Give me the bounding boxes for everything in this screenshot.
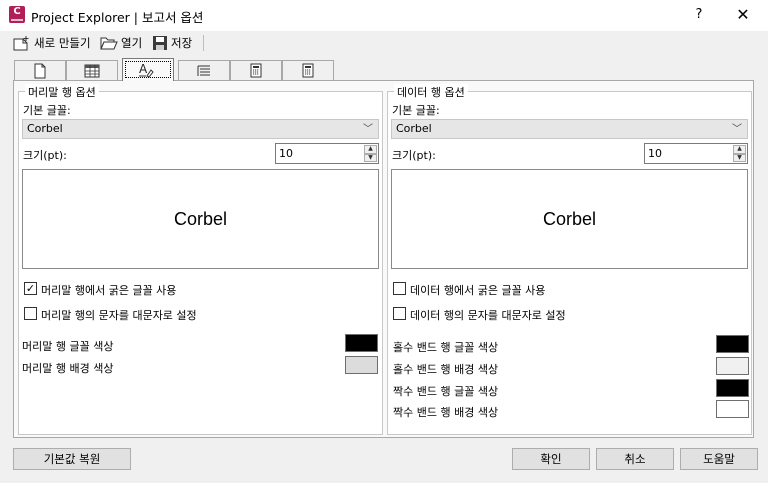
tab-table[interactable] [66,60,118,80]
new-document-icon [13,36,29,51]
save-button[interactable]: 저장 [152,33,192,53]
toolbar-divider [203,35,204,51]
open-button-label: 열기 [121,36,143,50]
help-button[interactable]: ? [684,3,714,27]
tab-report[interactable] [282,60,334,80]
header-bold-label[interactable]: 머리말 행에서 굵은 글꼴 사용 [41,282,176,298]
header-uppercase-label[interactable]: 머리말 행의 문자를 대문자로 설정 [41,307,197,323]
data-options-title: 데이터 행 옵션 [394,84,468,100]
chevron-down-icon: ﹀ [363,124,373,135]
floppy-disk-icon [153,36,167,50]
header-bold-checkbox[interactable]: ✓ [24,282,37,295]
save-button-label: 저장 [171,36,193,50]
header-font-preview: Corbel [22,169,379,269]
spin-up-icon[interactable]: ▲ [733,145,746,154]
data-color-label: 짝수 밴드 행 배경 색상 [393,406,499,419]
tab-page[interactable] [14,60,66,80]
even-font-color-swatch[interactable] [716,379,749,397]
data-font-preview: Corbel [391,169,748,269]
header-size-value: 10 [279,147,293,160]
data-font-select[interactable]: Corbel ﹀ [391,119,748,139]
even-bg-color-swatch[interactable] [716,400,749,418]
header-uppercase-checkbox[interactable] [24,307,37,320]
chevron-down-icon: ﹀ [732,124,742,135]
tab-list-indent[interactable] [178,60,230,80]
data-font-value: Corbel [396,122,432,135]
data-color-label: 홀수 밴드 행 배경 색상 [393,363,499,376]
header-size-label: 크기(pt): [23,149,67,162]
report-icon [302,63,314,78]
data-uppercase-checkbox[interactable] [393,307,406,320]
header-color-label: 머리말 행 글꼴 색상 [22,340,114,353]
header-font-value: Corbel [27,122,63,135]
data-uppercase-label[interactable]: 데이터 행의 문자를 대문자로 설정 [410,307,566,323]
spin-down-icon[interactable]: ▼ [364,153,377,162]
calculator-icon [250,63,262,78]
header-font-color-swatch[interactable] [345,334,378,352]
close-button[interactable]: ✕ [726,3,760,27]
header-font-label: 기본 글꼴: [23,104,71,117]
new-button[interactable]: 새로 만들기 [13,33,91,53]
ok-button[interactable]: 확인 [512,448,590,470]
cancel-button[interactable]: 취소 [596,448,674,470]
header-preview-text: Corbel [173,208,228,229]
tab-font-format[interactable]: A [122,58,174,81]
svg-text:A: A [139,62,148,76]
header-bg-color-swatch[interactable] [345,356,378,374]
header-size-stepper[interactable]: 10 ▲ ▼ [275,143,379,164]
odd-font-color-swatch[interactable] [716,335,749,353]
header-color-label: 머리말 행 배경 색상 [22,362,114,375]
header-font-select[interactable]: Corbel ﹀ [22,119,379,139]
header-options-title: 머리말 행 옵션 [25,84,99,100]
list-indent-icon [197,65,210,76]
spin-up-icon[interactable]: ▲ [364,145,377,154]
font-format-icon: A [139,62,154,78]
data-preview-text: Corbel [542,208,597,229]
restore-defaults-button[interactable]: 기본값 복원 [13,448,131,470]
folder-open-icon [100,37,118,50]
table-icon [84,64,100,77]
window-title: Project Explorer | 보고서 옵션 [31,10,204,25]
data-bold-label[interactable]: 데이터 행에서 굵은 글꼴 사용 [410,282,545,298]
app-logo-icon: C [9,6,25,23]
page-icon [34,63,46,78]
data-size-stepper[interactable]: 10 ▲ ▼ [644,143,748,164]
data-color-label: 짝수 밴드 행 글꼴 색상 [393,385,499,398]
data-size-value: 10 [648,147,662,160]
odd-bg-color-swatch[interactable] [716,357,749,375]
data-font-label: 기본 글꼴: [392,104,440,117]
data-size-label: 크기(pt): [392,149,436,162]
spin-down-icon[interactable]: ▼ [733,153,746,162]
data-bold-checkbox[interactable] [393,282,406,295]
tab-calculator[interactable] [230,60,282,80]
help-dialog-button[interactable]: 도움말 [680,448,758,470]
new-button-label: 새로 만들기 [34,36,91,50]
data-color-label: 홀수 밴드 행 글꼴 색상 [393,341,499,354]
open-button[interactable]: 열기 [100,33,142,53]
